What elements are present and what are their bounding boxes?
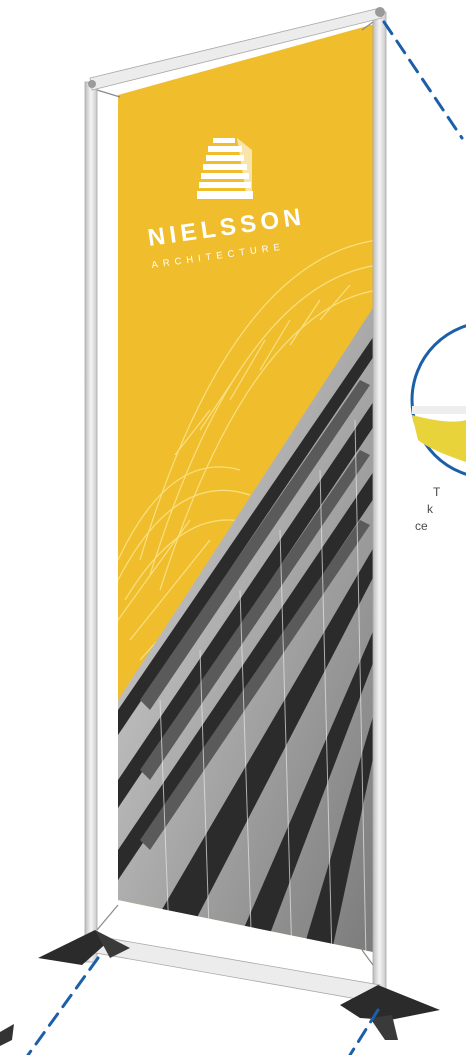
banner-stand-scene: NIELSSON ARCHITECTURE (0, 7, 466, 1055)
detail-callout-circle (410, 324, 466, 476)
side-caption: T k ce (400, 484, 466, 535)
right-pole (372, 11, 387, 1008)
bottom-crossbar (89, 934, 381, 1004)
side-caption-line: T (433, 485, 441, 499)
left-pole (84, 81, 98, 963)
side-caption-line: ce (415, 519, 428, 533)
side-caption-line: k (427, 502, 433, 516)
